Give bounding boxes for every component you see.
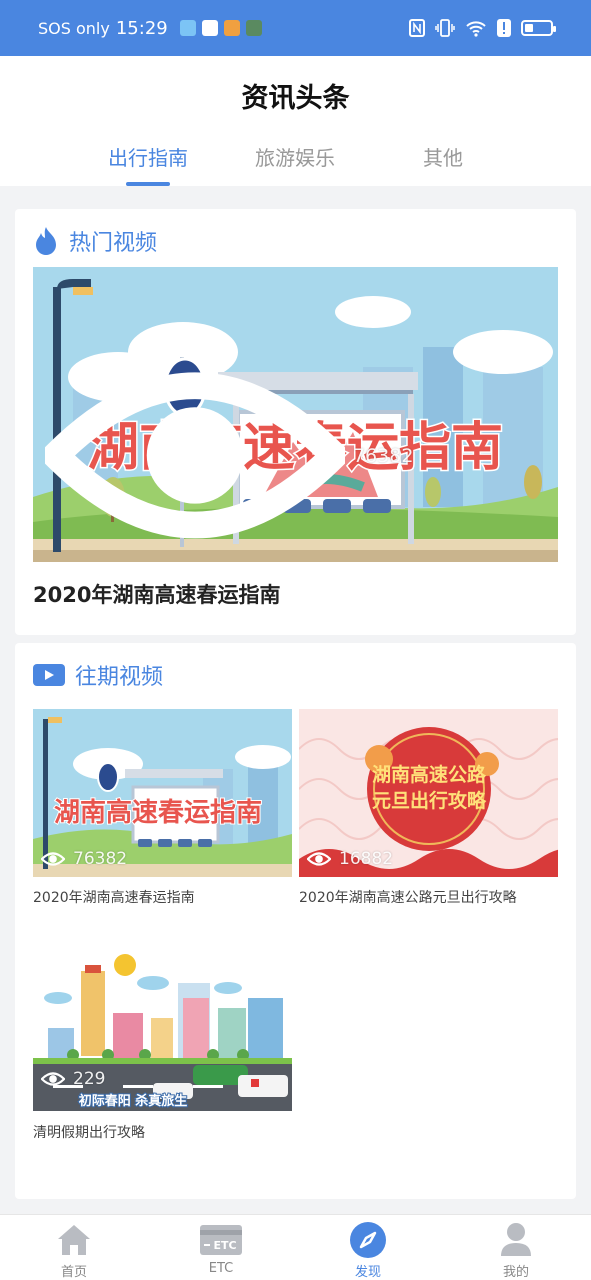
play-video-icon — [33, 664, 65, 686]
nav-label: 首页 — [60, 1265, 87, 1280]
upload-notification-icon — [201, 20, 218, 36]
page-header: 资讯头条 出行指南 旅游娱乐 其他 — [0, 56, 591, 186]
past-videos-title: 往期视频 — [75, 665, 164, 690]
hot-videos-card: 热门视频 湖南高速春运指南 76382 2020年湖南高速春运指南 — [15, 209, 576, 635]
nfc-icon — [409, 19, 425, 37]
featured-video-title[interactable]: 2020年湖南高速春运指南 — [33, 579, 280, 609]
nav-label: 发现 — [354, 1265, 381, 1280]
view-count-value: 76382 — [73, 849, 128, 869]
hot-videos-header: 热门视频 — [33, 225, 157, 257]
category-tabs: 出行指南 旅游娱乐 其他 — [0, 142, 591, 186]
carrier-text: SOS only — [38, 18, 110, 38]
nav-label: ETC — [208, 1261, 234, 1276]
page-title: 资讯头条 — [241, 83, 350, 114]
view-count-value: 16882 — [339, 849, 394, 869]
app-notification-icon — [223, 20, 240, 36]
banner-text: 元旦出行攻略 — [372, 789, 487, 812]
nav-label: 我的 — [502, 1265, 529, 1280]
nav-mine[interactable]: 我的 — [466, 1221, 566, 1280]
hot-videos-title: 热门视频 — [69, 231, 158, 256]
view-count-value: 76382 — [352, 444, 414, 467]
svg-text:ETC: ETC — [213, 1239, 236, 1252]
view-count: 76382 — [45, 359, 413, 552]
eye-icon — [41, 1072, 65, 1086]
status-bar: SOS only 15:29 — [0, 0, 591, 56]
wifi-icon — [466, 21, 486, 37]
eye-icon — [307, 852, 331, 866]
eye-icon — [41, 852, 65, 866]
view-count: 76382 — [41, 849, 127, 869]
home-icon — [58, 1225, 90, 1255]
bottom-navigation: 首页 ETC ETC 发现 我的 — [0, 1214, 591, 1280]
nav-home[interactable]: 首页 — [24, 1221, 124, 1280]
banner-text: 湖南高速春运指南 — [54, 797, 262, 828]
user-icon — [501, 1223, 531, 1256]
video-title[interactable]: 2020年湖南高速公路元旦出行攻略 — [299, 887, 517, 907]
tab-travel-guide[interactable]: 出行指南 — [108, 142, 188, 171]
flame-icon — [36, 227, 56, 255]
tab-other[interactable]: 其他 — [423, 142, 463, 171]
video-thumbnail-spring-guide[interactable]: 湖南高速春运指南 76382 — [33, 709, 292, 877]
past-videos-card: 往期视频 湖南高速春运指南 76382 2020年湖南高速春运指南 湖南高速公路… — [15, 643, 576, 1199]
nav-etc[interactable]: ETC ETC — [171, 1221, 271, 1276]
featured-video-thumbnail[interactable]: 湖南高速春运指南 76382 — [33, 267, 558, 562]
tab-travel-entertainment[interactable]: 旅游娱乐 — [255, 142, 335, 171]
app-notification-icon — [245, 20, 262, 36]
active-tab-indicator — [126, 182, 170, 186]
battery-icon — [521, 20, 556, 36]
video-thumbnail-new-year-guide[interactable]: 湖南高速公路 元旦出行攻略 16882 — [299, 709, 558, 877]
video-title[interactable]: 2020年湖南高速春运指南 — [33, 887, 195, 907]
etc-card-icon: ETC — [200, 1225, 242, 1255]
video-title[interactable]: 清明假期出行攻略 — [33, 1122, 145, 1142]
view-count: 229 — [41, 1069, 105, 1089]
banner-text: 湖南高速公路 — [372, 763, 487, 786]
video-thumbnail-qingming-guide[interactable]: 初际春阳 杀真旅生 229 — [33, 943, 292, 1111]
view-count-value: 229 — [73, 1069, 106, 1089]
clock: 15:29 — [115, 17, 168, 39]
app-notification-icon — [179, 20, 196, 36]
view-count: 16882 — [307, 849, 393, 869]
nav-discover[interactable]: 发现 — [318, 1221, 418, 1280]
alert-icon — [497, 19, 511, 37]
eye-icon — [45, 372, 345, 539]
compass-icon — [350, 1222, 386, 1258]
past-videos-header: 往期视频 — [33, 659, 163, 691]
vibrate-icon — [435, 19, 455, 37]
banner-text: 初际春阳 杀真旅生 — [79, 1093, 188, 1109]
